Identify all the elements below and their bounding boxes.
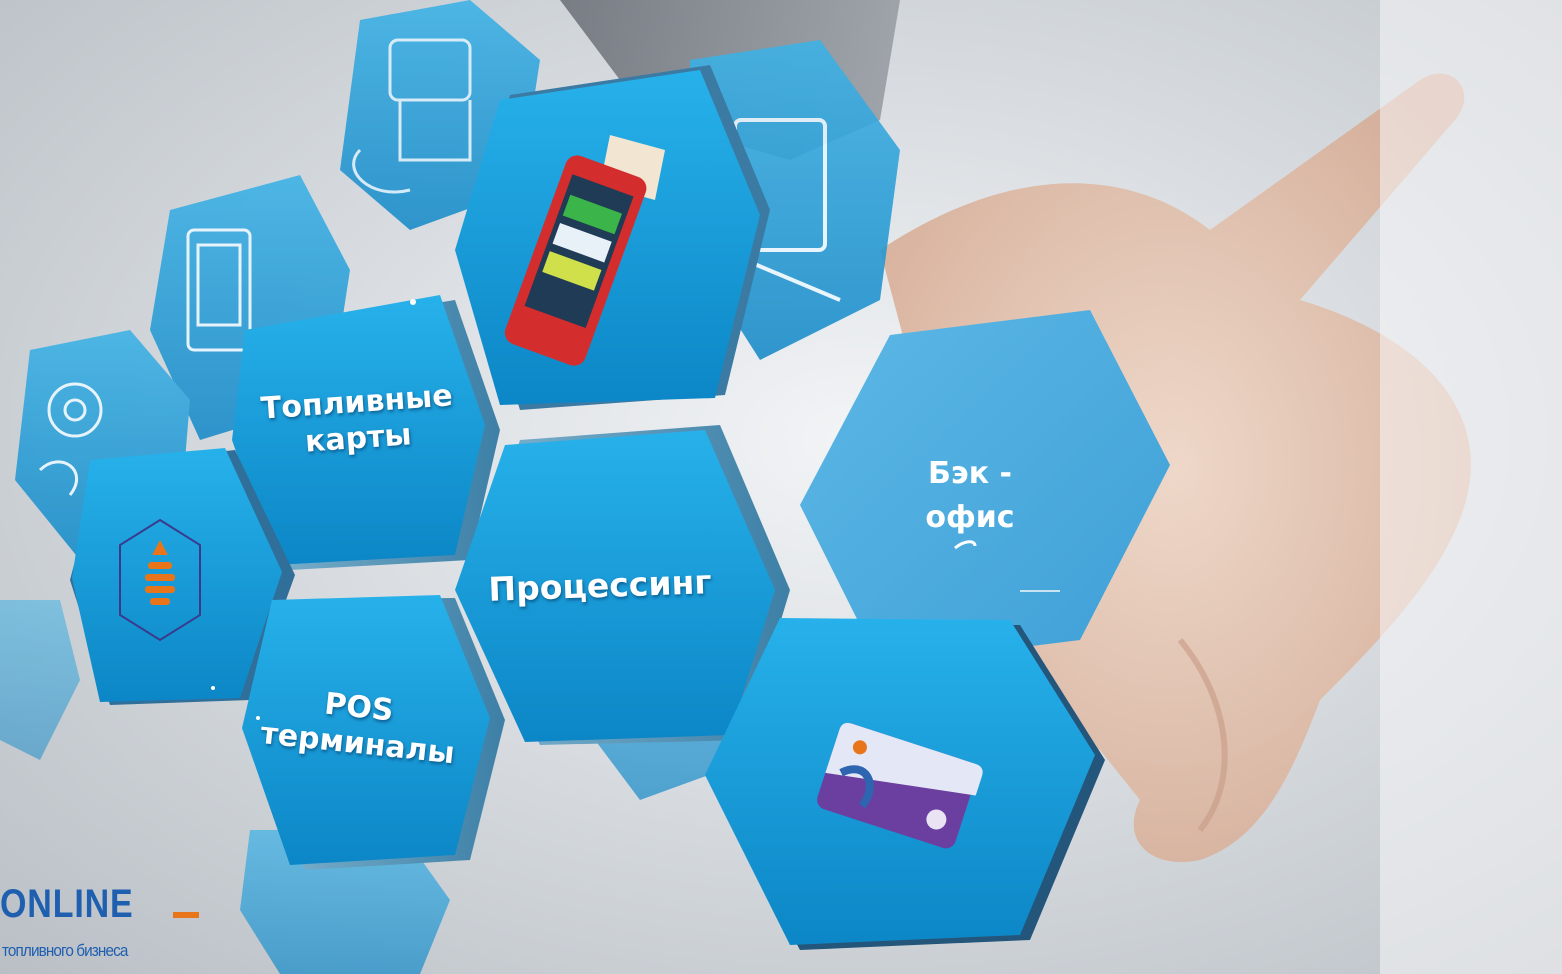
right-glow bbox=[1380, 0, 1562, 974]
sparkle-2 bbox=[211, 686, 215, 690]
logo-tagline: топливного бизнеса bbox=[2, 941, 128, 960]
hex-fuel-card-image[interactable] bbox=[705, 618, 1105, 950]
logo-wordmark: ONLINE bbox=[0, 882, 134, 926]
hex-pos-image[interactable] bbox=[455, 65, 770, 410]
sparkle-1 bbox=[410, 299, 416, 305]
sparkle-3 bbox=[256, 716, 260, 720]
sparkle-5 bbox=[1020, 590, 1060, 592]
back-office-label: Бэк - офис bbox=[925, 456, 1015, 535]
background-scene bbox=[0, 0, 1562, 974]
logo-underscore bbox=[173, 912, 199, 918]
fuel-cards-label: Топливные карты bbox=[259, 378, 454, 460]
hero-banner: Топливные карты POS терминалы Процессинг… bbox=[0, 0, 1562, 974]
hex-ghost-left bbox=[0, 600, 80, 760]
